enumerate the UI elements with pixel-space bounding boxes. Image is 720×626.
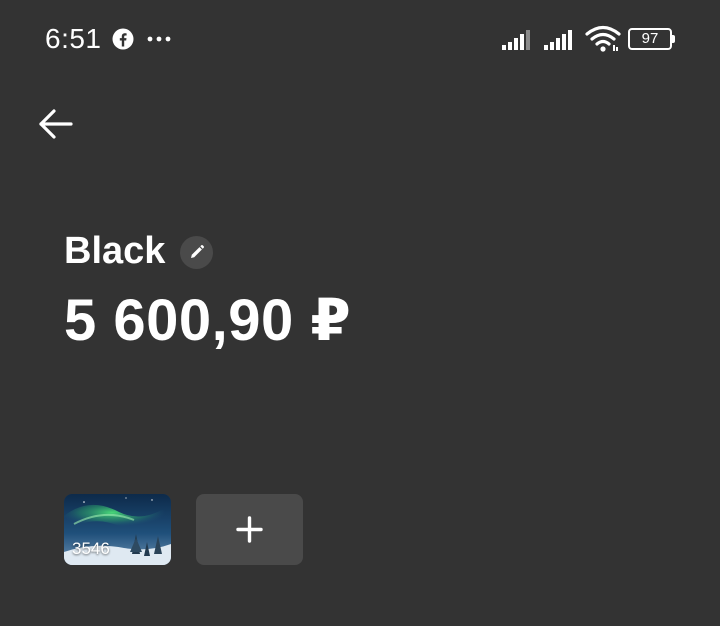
battery-icon: 97 xyxy=(628,28,676,50)
back-button[interactable] xyxy=(30,100,80,150)
status-time: 6:51 xyxy=(45,23,102,54)
more-dots-icon xyxy=(147,36,171,42)
status-bar: 6:51 97 xyxy=(0,0,720,80)
signal-icon xyxy=(544,30,572,50)
plus-icon xyxy=(236,516,263,543)
account-name: Black xyxy=(64,230,166,272)
signal-icon xyxy=(502,30,530,50)
pencil-icon xyxy=(191,245,204,258)
battery-tip xyxy=(672,35,675,43)
edit-name-button[interactable] xyxy=(180,236,213,269)
add-card-button[interactable] xyxy=(196,494,303,565)
battery-level: 97 xyxy=(641,30,659,47)
screen: 6:51 97 Black 5 600,90 ₽ 3546 xyxy=(0,0,720,626)
card-thumbnail[interactable]: 3546 xyxy=(64,494,171,565)
arrow-left-icon xyxy=(39,109,73,139)
facebook-icon xyxy=(112,28,134,50)
wifi-icon xyxy=(585,25,621,52)
card-number: 3546 xyxy=(72,539,110,558)
account-balance: 5 600,90 ₽ xyxy=(64,288,352,353)
